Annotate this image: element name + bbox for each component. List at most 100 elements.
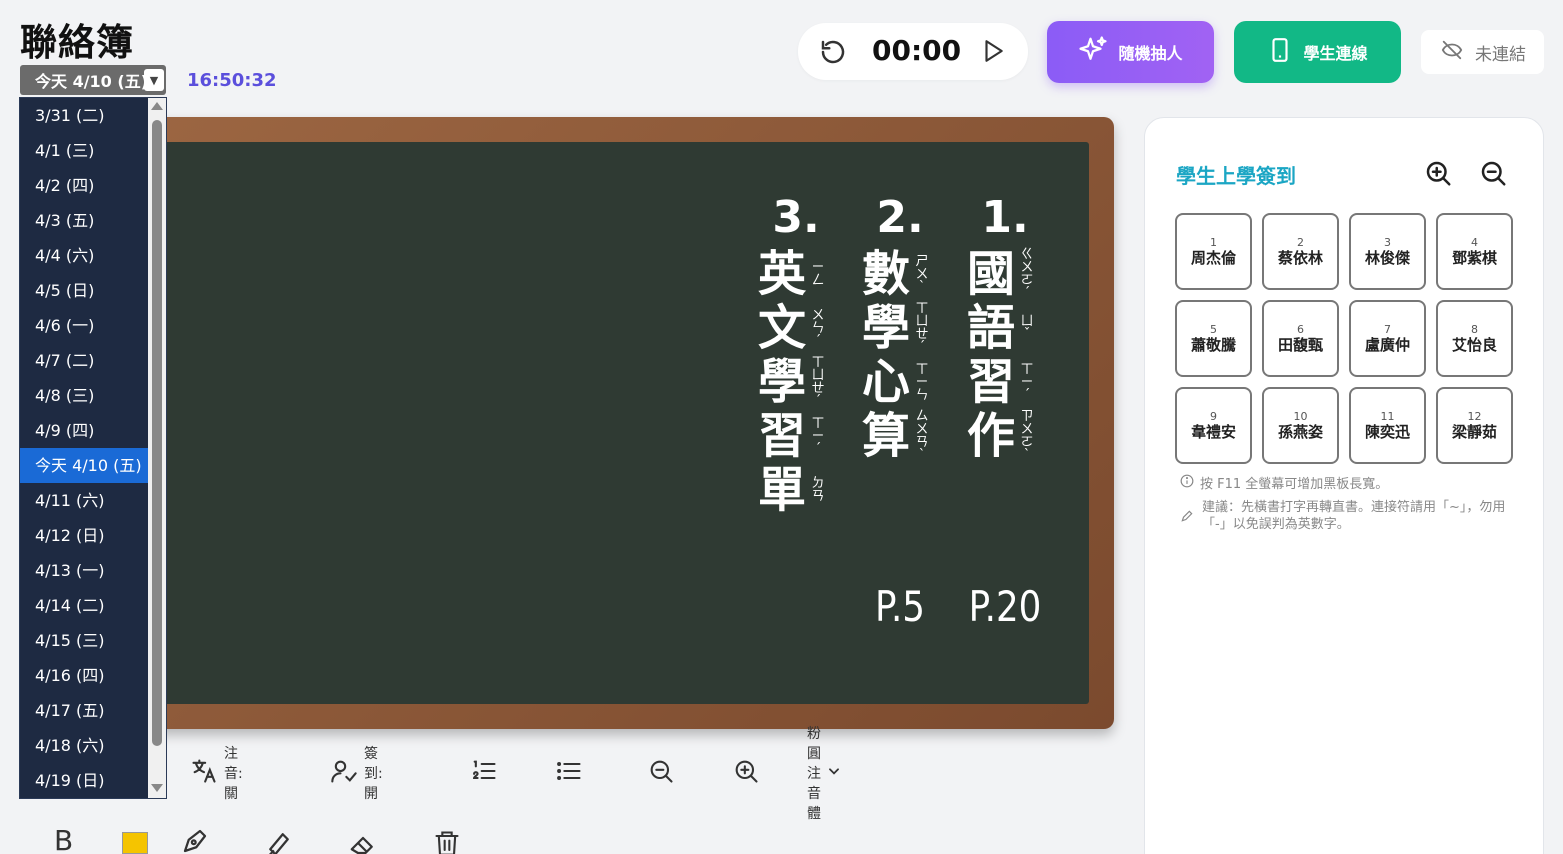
dropdown-option[interactable]: 4/9 (四) (20, 413, 148, 448)
board-zhuyin: ㄕㄨˋ (915, 253, 929, 295)
color-swatch[interactable] (122, 832, 148, 854)
dropdown-option[interactable]: 4/19 (日) (20, 763, 148, 798)
student-connect-label: 學生連線 (1303, 44, 1368, 63)
dropdown-option[interactable]: 4/17 (五) (20, 693, 148, 728)
play-icon[interactable] (980, 37, 1006, 69)
dropdown-option[interactable]: 4/13 (一) (20, 553, 148, 588)
student-card[interactable]: 10 孫燕姿 (1262, 387, 1339, 464)
bullet-list-icon (555, 757, 583, 789)
board-zhuyin: ㄨㄣˊ (811, 307, 825, 349)
dropdown-option[interactable]: 4/11 (六) (20, 483, 148, 518)
bullet-list-button[interactable] (555, 755, 583, 791)
user-check-icon (330, 757, 358, 789)
font-select[interactable]: 粉圓注音體 (807, 726, 841, 822)
board-zhuyin: ㄙㄨㄢˋ (915, 409, 929, 463)
student-card[interactable]: 4 鄧紫棋 (1436, 213, 1513, 290)
board-hanzi: 英 (757, 246, 806, 302)
student-card[interactable]: 6 田馥甄 (1262, 300, 1339, 377)
random-pick-button[interactable]: 隨機抽人 (1047, 21, 1214, 83)
signin-toggle[interactable]: 簽到:開 (330, 746, 383, 802)
cloud-off-icon (1439, 39, 1465, 66)
student-card[interactable]: 9 韋禮安 (1175, 387, 1252, 464)
board-hanzi: 習 (757, 408, 806, 464)
board-zhuyin: ㄒㄧˊ (1020, 361, 1034, 403)
board-hanzi: 語 (966, 300, 1015, 356)
dropdown-option[interactable]: 4/8 (三) (20, 378, 148, 413)
reset-icon[interactable] (818, 37, 848, 71)
student-seat-number: 4 (1471, 235, 1478, 249)
numbered-list-button[interactable] (470, 755, 498, 791)
dropdown-option[interactable]: 4/6 (一) (20, 308, 148, 343)
student-connect-button[interactable]: 學生連線 (1234, 21, 1401, 83)
scroll-down-icon[interactable] (151, 784, 163, 792)
board-zhuyin: ㄒㄩㄝˊ (811, 355, 825, 409)
bold-icon[interactable]: B (54, 824, 73, 854)
student-seat-number: 2 (1297, 235, 1304, 249)
board-page-number: P.20 (968, 582, 1042, 631)
board-hanzi: 算 (861, 408, 910, 464)
dropdown-option[interactable]: 4/3 (五) (20, 203, 148, 238)
dropdown-option[interactable]: 4/5 (日) (20, 273, 148, 308)
dropdown-option[interactable]: 4/14 (二) (20, 588, 148, 623)
eraser-icon[interactable] (348, 828, 378, 854)
dropdown-option[interactable]: 4/2 (四) (20, 168, 148, 203)
dropdown-option[interactable]: 4/4 (六) (20, 238, 148, 273)
hint-fullscreen: 按 F11 全螢幕可增加黑板長寬。 (1180, 473, 1388, 492)
student-card[interactable]: 2 蔡依林 (1262, 213, 1339, 290)
blackboard[interactable]: 1. 國ㄍㄨㄛ ˊ 語ㄩ ˇ 習ㄒㄧ ˊ 作ㄗㄨㄛ ˋ P.20 2. 數ㄕㄨ ˋ 學ㄒㄩㄝ ˊ 心ㄒㄧㄣ算ㄙ… (150, 142, 1089, 704)
student-grid: 1 周杰倫 2 蔡依林 3 林俊傑 4 鄧紫棋 5 蕭敬騰 6 田馥甄 7 盧廣仲 8 艾怡良 9 韋禮安 10 孫燕… (1175, 213, 1515, 464)
scrollbar-thumb[interactable] (152, 120, 162, 746)
scroll-up-icon[interactable] (151, 102, 163, 110)
blackboard-frame: 1. 國ㄍㄨㄛ ˊ 語ㄩ ˇ 習ㄒㄧ ˊ 作ㄗㄨㄛ ˋ P.20 2. 數ㄕㄨ ˋ 學ㄒㄩㄝ ˊ 心ㄒㄧㄣ算ㄙ… (130, 117, 1114, 729)
chevron-down-icon (827, 764, 841, 782)
dropdown-scrollbar[interactable] (148, 98, 166, 798)
zhuyin-toggle-label: 注音:關 (224, 746, 243, 802)
student-name: 田馥甄 (1277, 335, 1323, 354)
zoom-in-board-button[interactable] (732, 755, 760, 791)
student-card[interactable]: 7 盧廣仲 (1349, 300, 1426, 377)
zoom-out-board-button[interactable] (647, 755, 675, 791)
dropdown-option[interactable]: 今天 4/10 (五) (20, 448, 148, 483)
student-card[interactable]: 12 梁靜茹 (1436, 387, 1513, 464)
board-hanzi: 學 (861, 300, 910, 356)
student-seat-number: 9 (1210, 409, 1217, 423)
date-dropdown-list[interactable]: 3/31 (二) 4/1 (三) 4/2 (四) 4/3 (五) 4/4 (六) 4/5 … (19, 97, 167, 799)
student-seat-number: 3 (1384, 235, 1391, 249)
font-select-value: 粉圓注音體 (807, 726, 821, 822)
board-zhuyin: ㄍㄨㄛˊ (1020, 247, 1034, 301)
student-card[interactable]: 1 周杰倫 (1175, 213, 1252, 290)
chevron-down-icon: ▼ (144, 69, 164, 91)
dropdown-option[interactable]: 4/16 (四) (20, 658, 148, 693)
numbered-list-icon (470, 757, 498, 789)
connection-status-button[interactable]: 未連結 (1421, 30, 1544, 74)
dropdown-option[interactable]: 4/15 (三) (20, 623, 148, 658)
student-card[interactable]: 3 林俊傑 (1349, 213, 1426, 290)
student-seat-number: 5 (1210, 322, 1217, 336)
student-card[interactable]: 5 蕭敬騰 (1175, 300, 1252, 377)
student-seat-number: 12 (1467, 409, 1482, 423)
highlighter-icon[interactable] (264, 828, 294, 854)
dropdown-option[interactable]: 4/7 (二) (20, 343, 148, 378)
dropdown-option[interactable]: 3/31 (二) (20, 98, 148, 133)
student-seat-number: 6 (1297, 322, 1304, 336)
dropdown-option[interactable]: 4/18 (六) (20, 728, 148, 763)
zoom-out-icon (647, 757, 675, 789)
zoom-in-icon[interactable] (1423, 158, 1453, 192)
date-select[interactable]: 今天 4/10 (五) ▼ (20, 65, 166, 95)
student-card[interactable]: 11 陳奕迅 (1349, 387, 1426, 464)
student-name: 蔡依林 (1277, 248, 1323, 267)
trash-icon[interactable] (433, 828, 461, 854)
zhuyin-toggle[interactable]: 注音:關 (190, 746, 243, 802)
board-item-number: 2. (876, 192, 924, 243)
pen-icon[interactable] (180, 826, 210, 854)
student-name: 盧廣仲 (1364, 335, 1410, 354)
signin-panel: 學生上學簽到 1 周杰倫 2 蔡依林 3 林俊傑 4 鄧紫棋 5 蕭敬騰 6 田馥甄 7 盧廣仲 8 艾怡良 9… (1144, 117, 1544, 854)
board-zhuyin: ㄉㄢ (811, 476, 825, 504)
student-card[interactable]: 8 艾怡良 (1436, 300, 1513, 377)
date-select-value: 今天 4/10 (五) (35, 72, 149, 91)
zoom-out-icon[interactable] (1478, 158, 1508, 192)
student-name: 蕭敬騰 (1190, 335, 1236, 354)
dropdown-option[interactable]: 4/12 (日) (20, 518, 148, 553)
board-item-number: 3. (772, 192, 820, 243)
dropdown-option[interactable]: 4/1 (三) (20, 133, 148, 168)
